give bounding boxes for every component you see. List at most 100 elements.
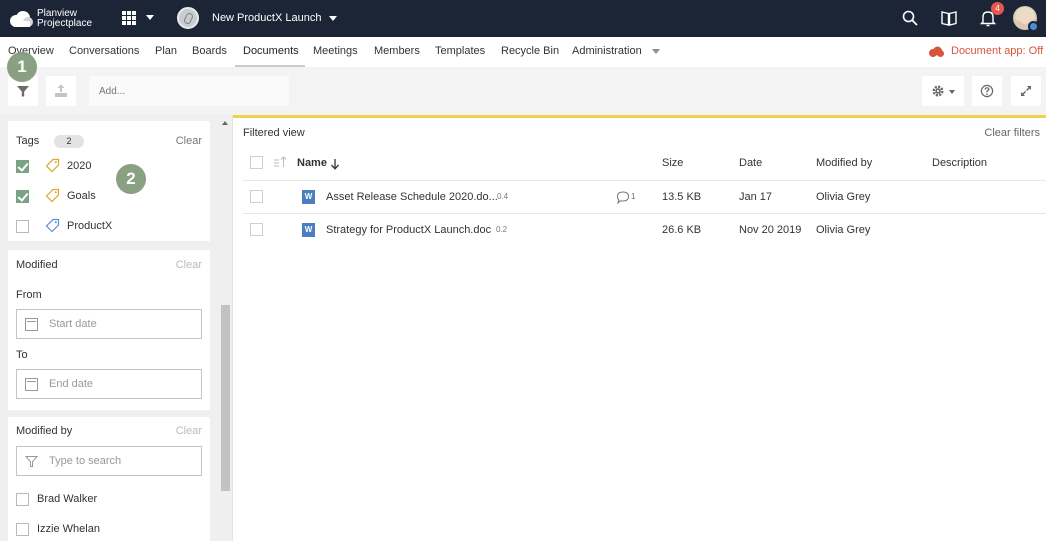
filter-panel-scrollbar[interactable] [219, 115, 232, 541]
scroll-up-arrow-icon[interactable] [222, 121, 228, 125]
arrow-down-icon[interactable] [330, 158, 340, 170]
end-date-input[interactable]: End date [16, 369, 202, 399]
modified-title: Modified [16, 259, 58, 271]
chevron-down-icon[interactable] [652, 49, 660, 54]
chevron-down-icon [146, 15, 154, 20]
book-icon[interactable] [940, 9, 958, 27]
sort-order-icon[interactable] [273, 156, 287, 168]
column-header-modified-by[interactable]: Modified by [816, 157, 872, 169]
person-brad-walker-label: Brad Walker [37, 493, 98, 505]
start-date-input[interactable]: Start date [16, 309, 202, 339]
person-izzie-whelan-label: Izzie Whelan [37, 523, 100, 535]
tag-icon [45, 218, 60, 233]
apps-menu-button[interactable] [120, 9, 156, 27]
document-name[interactable]: Strategy for ProductX Launch.doc [326, 224, 491, 236]
planview-logo[interactable]: Planview Projectplace [8, 6, 103, 32]
tab-plan[interactable]: Plan [155, 45, 177, 57]
table-row[interactable]: W Asset Release Schedule 2020.do... 0.4 … [233, 181, 1046, 214]
gear-icon [932, 85, 944, 97]
document-version: 0.4 [497, 192, 509, 201]
word-document-icon: W [302, 190, 315, 204]
tab-boards[interactable]: Boards [192, 45, 227, 57]
project-selector[interactable]: New ProductX Launch [177, 7, 342, 29]
tag-goals-checkbox[interactable] [16, 190, 29, 203]
tab-recycle-bin[interactable]: Recycle Bin [501, 45, 559, 57]
upload-button[interactable] [46, 76, 76, 106]
tab-meetings[interactable]: Meetings [313, 45, 358, 57]
tag-icon [45, 158, 60, 173]
person-izzie-whelan-checkbox[interactable] [16, 523, 29, 536]
row-checkbox[interactable] [250, 223, 263, 236]
word-document-icon: W [302, 223, 315, 237]
expand-button[interactable] [1011, 76, 1041, 106]
document-app-toggle[interactable]: Document app: Off [928, 45, 1043, 59]
step-2-callout: 2 [116, 164, 146, 194]
calendar-icon [25, 318, 38, 331]
tag-productx-checkbox[interactable] [16, 220, 29, 233]
settings-menu-button[interactable] [922, 76, 964, 106]
select-all-checkbox[interactable] [250, 156, 263, 169]
modified-clear-link[interactable]: Clear [176, 259, 202, 271]
column-header-date[interactable]: Date [739, 157, 762, 169]
filtered-view-label: Filtered view [243, 127, 305, 139]
document-size: 26.6 KB [662, 224, 702, 236]
tags-title: Tags [16, 135, 40, 147]
person-search-placeholder: Type to search [49, 455, 122, 467]
document-date: Nov 20 2019 [739, 224, 802, 236]
document-modified-by: Olivia Grey [816, 224, 871, 236]
comment-icon [616, 191, 630, 204]
filter-active-indicator [233, 115, 1046, 118]
table-row[interactable]: W Strategy for ProductX Launch.doc 0.2 2… [233, 214, 1046, 247]
tags-filter-card: Tags 2 Clear 2020 Goals ProductX [8, 121, 210, 241]
search-icon[interactable] [901, 9, 919, 27]
notification-count-badge: 4 [991, 2, 1004, 15]
help-button[interactable] [972, 76, 1002, 106]
document-version: 0.2 [496, 225, 508, 234]
column-header-name[interactable]: Name [297, 157, 327, 169]
chevron-down-icon [329, 16, 337, 21]
tab-members[interactable]: Members [374, 45, 420, 57]
row-checkbox[interactable] [250, 190, 263, 203]
expand-icon [1021, 86, 1031, 96]
top-bar: Planview Projectplace New ProductX Launc… [0, 0, 1046, 37]
modified-by-clear-link[interactable]: Clear [176, 425, 202, 437]
tag-2020-label: 2020 [67, 160, 92, 172]
add-document-input[interactable] [89, 76, 289, 106]
brand-name: Planview Projectplace [37, 9, 92, 29]
column-header-size[interactable]: Size [662, 157, 683, 169]
modified-filter-card: Modified Clear From Start date To End da… [8, 250, 210, 410]
scrollbar-thumb[interactable] [221, 305, 230, 491]
project-nav: Overview Conversations Plan Boards Docum… [0, 37, 1046, 67]
tab-templates[interactable]: Templates [435, 45, 485, 57]
tab-administration[interactable]: Administration [572, 45, 642, 57]
column-header-description[interactable]: Description [932, 157, 987, 169]
tags-clear-link[interactable]: Clear [176, 135, 202, 147]
tab-documents[interactable]: Documents [243, 45, 299, 57]
modified-by-title: Modified by [16, 425, 73, 437]
project-name: New ProductX Launch [212, 12, 322, 24]
tag-productx-label: ProductX [67, 220, 113, 232]
tag-2020-checkbox[interactable] [16, 160, 29, 173]
person-brad-walker-checkbox[interactable] [16, 493, 29, 506]
cloud-icon [929, 46, 944, 57]
help-icon [980, 84, 994, 98]
project-avatar-icon [177, 7, 199, 29]
document-name[interactable]: Asset Release Schedule 2020.do... [326, 191, 498, 203]
person-search-input[interactable]: Type to search [16, 446, 202, 476]
document-app-status: Document app: Off [951, 45, 1044, 57]
document-date: Jan 17 [739, 191, 773, 203]
step-1-callout: 1 [7, 52, 37, 82]
tags-count-badge: 2 [54, 135, 84, 148]
end-date-placeholder: End date [49, 378, 94, 390]
filter-icon [17, 86, 29, 97]
comment-count: 1 [631, 192, 636, 201]
tag-icon [45, 188, 60, 203]
tab-conversations[interactable]: Conversations [69, 45, 139, 57]
from-label: From [16, 289, 42, 301]
apps-grid-icon [122, 11, 136, 25]
to-label: To [16, 349, 28, 361]
comments-button[interactable]: 1 [616, 190, 638, 204]
clear-filters-link[interactable]: Clear filters [984, 127, 1040, 139]
chevron-down-icon [949, 90, 955, 94]
calendar-icon [25, 378, 38, 391]
